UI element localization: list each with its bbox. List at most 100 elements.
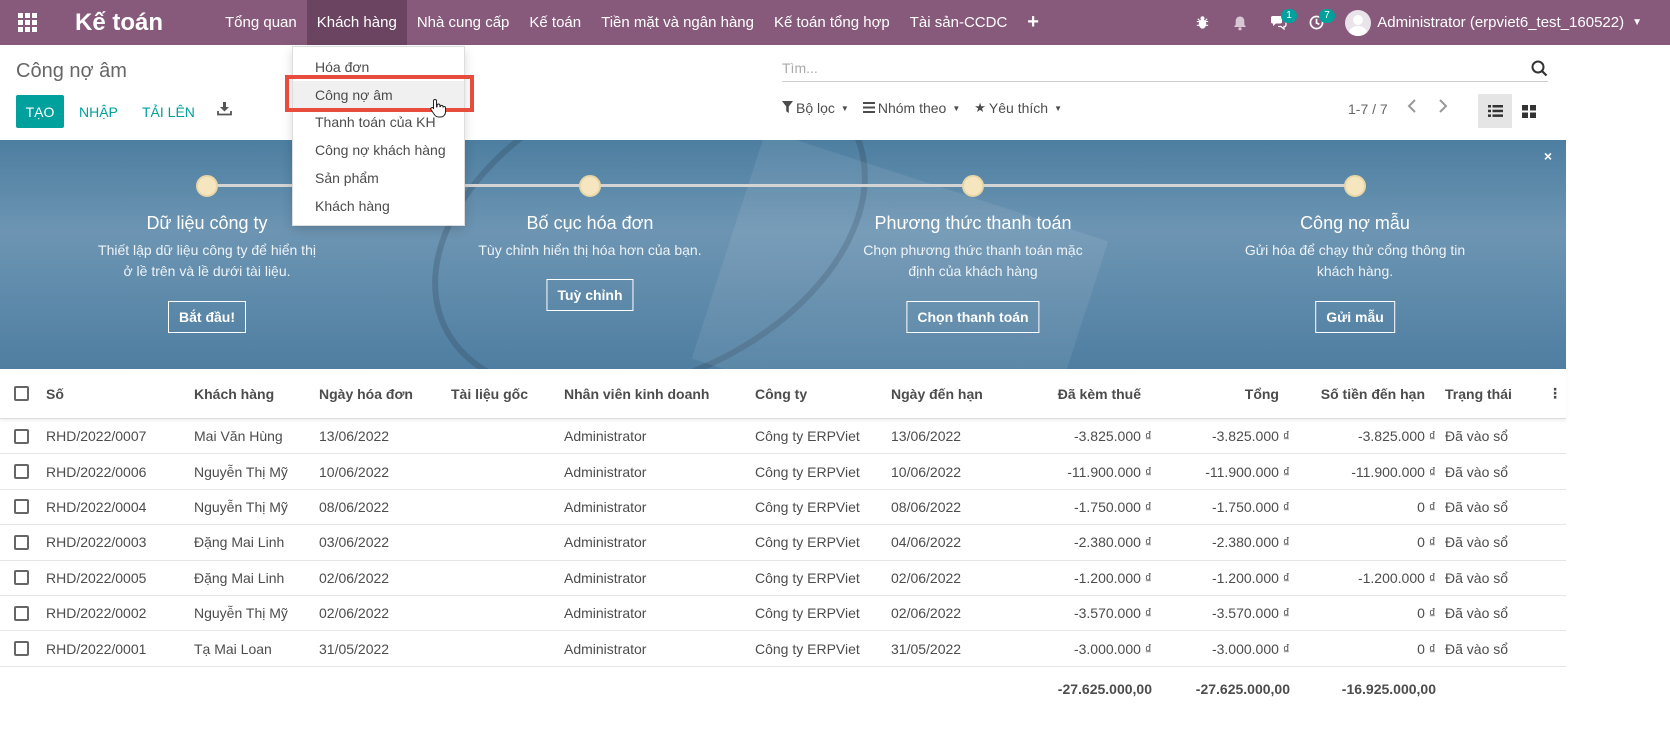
search-icon[interactable]: [1531, 60, 1548, 81]
table-row[interactable]: RHD/2022/0005 Đặng Mai Linh 02/06/2022 Admi…: [0, 561, 1566, 596]
cell-number: RHD/2022/0001: [46, 640, 147, 657]
kanban-view-icon: [1522, 104, 1536, 118]
cell-amount-due: 0 ₫: [1417, 605, 1436, 622]
kanban-view-button[interactable]: [1512, 94, 1546, 128]
dropdown-item-products[interactable]: Sản phẩm: [293, 164, 464, 192]
cell-customer: Nguyễn Thị Mỹ: [194, 498, 288, 515]
avatar: [1345, 9, 1372, 36]
download-icon[interactable]: [217, 101, 232, 120]
column-header-number[interactable]: Số: [46, 369, 64, 418]
menu-vendors[interactable]: Nhà cung cấp: [407, 0, 520, 45]
groupby-label: Nhóm theo: [877, 100, 947, 116]
groupby-dropdown[interactable]: Nhóm theo ▼: [862, 100, 961, 116]
cell-salesperson: Administrator: [564, 569, 647, 586]
send-sample-button[interactable]: Gửi mẫu: [1315, 301, 1395, 333]
cell-salesperson: Administrator: [564, 640, 647, 657]
row-checkbox[interactable]: [14, 419, 29, 453]
close-icon[interactable]: ×: [1544, 148, 1552, 164]
row-checkbox[interactable]: [14, 525, 29, 559]
activities-clock-icon[interactable]: 7: [1297, 0, 1335, 45]
column-header-salesperson[interactable]: Nhân viên kinh doanh: [564, 369, 709, 418]
list-view-button[interactable]: [1478, 94, 1512, 128]
table-row[interactable]: RHD/2022/0003 Đặng Mai Linh 03/06/2022 Admi…: [0, 525, 1566, 561]
cell-salesperson: Administrator: [564, 463, 647, 480]
pager-next-icon[interactable]: [1438, 99, 1448, 118]
table-body: RHD/2022/0007 Mai Văn Hùng 13/06/2022 Admin…: [0, 419, 1566, 667]
customize-button[interactable]: Tuỳ chỉnh: [546, 279, 634, 311]
cell-due-date: 02/06/2022: [891, 569, 962, 586]
column-header-invoice-date[interactable]: Ngày hóa đơn: [319, 369, 413, 418]
menu-general-accounting[interactable]: Kế toán tổng hợp: [764, 0, 900, 45]
user-name: Administrator (erpviet6_test_160522): [1377, 14, 1625, 31]
row-checkbox[interactable]: [14, 631, 29, 665]
column-header-source-document[interactable]: Tài liệu gốc: [451, 369, 528, 418]
column-header-total[interactable]: Tổng: [1160, 369, 1279, 418]
create-button[interactable]: TẠO: [16, 95, 64, 128]
activities-count-badge: 7: [1319, 9, 1335, 23]
table-row[interactable]: RHD/2022/0004 Nguyễn Thị Mỹ 08/06/2022 Admi…: [0, 490, 1566, 526]
menu-customers[interactable]: Khách hàng: [306, 0, 407, 45]
cell-customer: Đặng Mai Linh: [194, 534, 285, 551]
search-bar: [782, 56, 1548, 82]
cell-invoice-date: 02/06/2022: [319, 605, 390, 622]
step-title: Công nợ mẫu: [1300, 213, 1410, 233]
user-menu[interactable]: Administrator (erpviet6_test_160522) ▼: [1335, 9, 1670, 36]
import-button[interactable]: NHẬP: [79, 95, 118, 128]
cell-company: Công ty ERPViet: [755, 428, 860, 445]
cell-invoice-date: 08/06/2022: [319, 498, 390, 515]
table-row[interactable]: RHD/2022/0001 Tạ Mai Loan 31/05/2022 Admini…: [0, 631, 1566, 667]
cell-customer: Tạ Mai Loan: [194, 640, 272, 657]
row-checkbox[interactable]: [14, 596, 29, 630]
column-header-due-date[interactable]: Ngày đến hạn: [891, 369, 983, 418]
cell-company: Công ty ERPViet: [755, 569, 860, 586]
pager-value[interactable]: 1-7 / 7: [1348, 101, 1388, 117]
table-row[interactable]: RHD/2022/0007 Mai Văn Hùng 13/06/2022 Admin…: [0, 419, 1566, 455]
onboarding-banner: × Dữ liệu công ty Thiết lập dữ liệu công…: [0, 140, 1566, 369]
menu-assets[interactable]: Tài sản-CCDC: [900, 0, 1018, 45]
column-header-tax-included[interactable]: Đã kèm thuế: [1000, 369, 1141, 418]
column-header-customer[interactable]: Khách hàng: [194, 369, 274, 418]
apps-menu-icon[interactable]: [0, 0, 54, 45]
table-row[interactable]: RHD/2022/0002 Nguyễn Thị Mỹ 02/06/2022 Admi…: [0, 596, 1566, 632]
cell-customer: Đặng Mai Linh: [194, 569, 285, 586]
pager-previous-icon[interactable]: [1407, 99, 1417, 118]
search-input[interactable]: [782, 56, 1522, 80]
search-options: Bộ lọc ▼ Nhóm theo ▼ ★ Yêu thích ▼: [782, 100, 1076, 116]
optional-columns-kebab-icon[interactable]: ⋮: [1548, 369, 1562, 418]
cell-salesperson: Administrator: [564, 428, 647, 445]
table-header: Số Khách hàng Ngày hóa đơn Tài liệu gốc …: [0, 369, 1566, 419]
start-button[interactable]: Bắt đầu!: [168, 301, 246, 333]
upload-button[interactable]: TẢI LÊN: [142, 95, 195, 128]
groupby-bars-icon: [862, 101, 875, 116]
column-header-status[interactable]: Trạng thái: [1445, 369, 1512, 418]
select-all-checkbox[interactable]: [14, 369, 29, 418]
customers-dropdown-menu: Hóa đơn Công nợ âm Thanh toán của KH Côn…: [292, 46, 465, 226]
caret-down-icon: ▼: [840, 103, 849, 113]
filter-dropdown[interactable]: Bộ lọc ▼: [782, 100, 849, 116]
cell-number: RHD/2022/0006: [46, 463, 147, 480]
messages-icon[interactable]: 1: [1259, 0, 1297, 45]
step-description: Gửi hóa để chạy thử cổng thông tin khách…: [1244, 242, 1466, 279]
dropdown-item-customer-receivables[interactable]: Công nợ khách hàng: [293, 136, 464, 164]
row-checkbox[interactable]: [14, 490, 29, 524]
column-header-company[interactable]: Công ty: [755, 369, 807, 418]
column-header-amount-due[interactable]: Số tiền đến hạn: [1300, 369, 1425, 418]
table-row[interactable]: RHD/2022/0006 Nguyễn Thị Mỹ 10/06/2022 Admi…: [0, 454, 1566, 490]
step-description: Thiết lập dữ liệu công ty để hiển thị ở …: [98, 242, 316, 279]
cell-status: Đã vào sổ: [1445, 428, 1509, 445]
menu-accounting[interactable]: Kế toán: [519, 0, 591, 45]
choose-payment-button[interactable]: Chọn thanh toán: [906, 301, 1040, 333]
step-dot: [962, 175, 984, 197]
caret-down-icon: ▼: [952, 103, 961, 113]
bell-icon[interactable]: [1221, 0, 1259, 45]
menu-cash-bank[interactable]: Tiền mặt và ngân hàng: [591, 0, 764, 45]
cell-status: Đã vào sổ: [1445, 640, 1509, 657]
dropdown-item-customers[interactable]: Khách hàng: [293, 192, 464, 220]
cell-salesperson: Administrator: [564, 605, 647, 622]
row-checkbox[interactable]: [14, 454, 29, 488]
menu-overview[interactable]: Tổng quan: [215, 0, 307, 45]
row-checkbox[interactable]: [14, 561, 29, 595]
debug-bug-icon[interactable]: [1183, 0, 1221, 45]
menu-add-button[interactable]: +: [1017, 0, 1049, 45]
favorites-dropdown[interactable]: ★ Yêu thích ▼: [974, 100, 1062, 116]
